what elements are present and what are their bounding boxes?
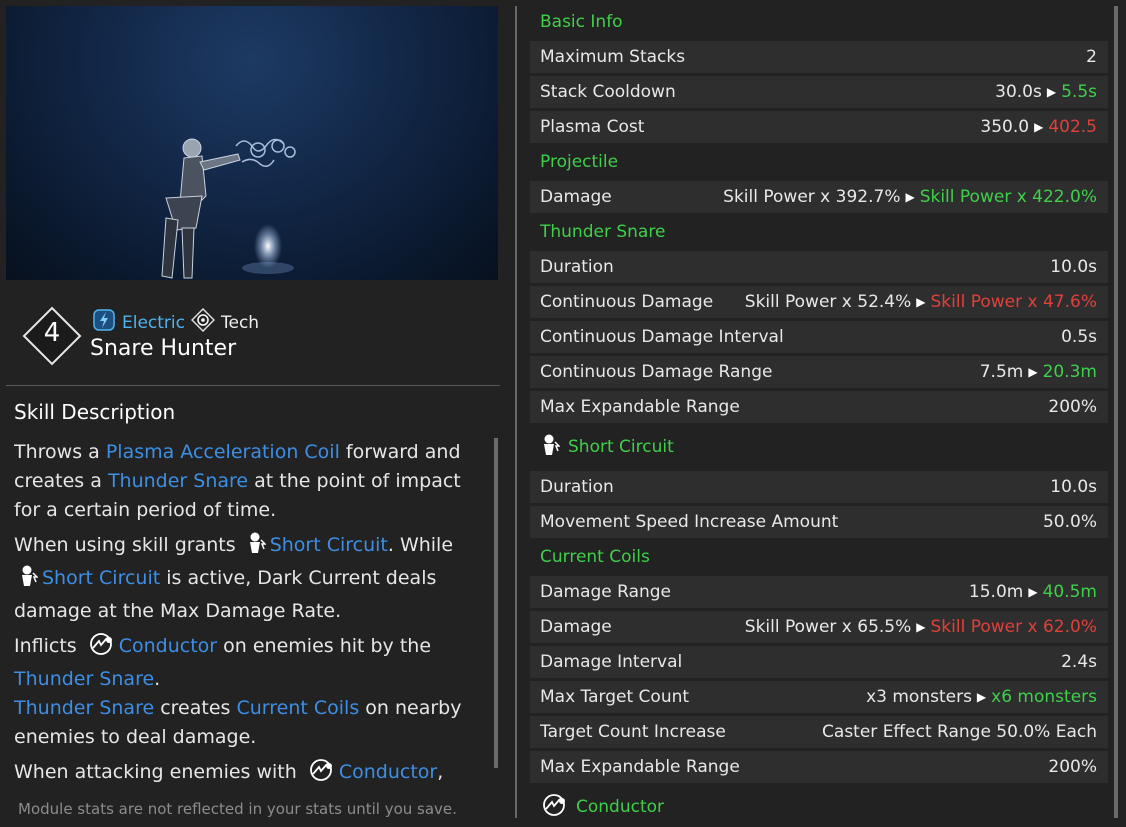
link-short-circuit[interactable]: Short Circuit	[42, 567, 160, 589]
stat-row: Max Expandable Range 200%	[530, 391, 1108, 423]
save-notice: Module stats are not reflected in your s…	[18, 800, 457, 818]
section-thunder-snare: Thunder Snare	[530, 216, 1108, 248]
header-divider	[6, 385, 500, 386]
arrow-icon: ▶	[1028, 365, 1038, 379]
description-paragraph: Inflicts Conductor on enemies hit by the…	[14, 632, 482, 752]
stat-row: Plasma Cost 350.0 ▶ 402.5	[530, 111, 1108, 143]
section-current-coils: Current Coils	[530, 541, 1108, 573]
tag-tech: Tech	[221, 312, 260, 333]
section-projectile: Projectile	[530, 146, 1108, 178]
short-circuit-icon	[18, 564, 39, 597]
lightning-icon	[92, 308, 116, 337]
arrow-icon: ▶	[916, 620, 926, 634]
level-number: 4	[43, 318, 61, 348]
stat-row: Movement Speed Increase Amount 50.0%	[530, 506, 1108, 538]
stat-row: Maximum Stacks 2	[530, 41, 1108, 73]
arrow-icon: ▶	[1046, 85, 1057, 99]
description-paragraph: When using skill grants Short Circuit. W…	[14, 531, 482, 626]
stat-row: Damage Interval 2.4s	[530, 646, 1108, 678]
conductor-icon	[87, 632, 115, 665]
link-plasma-acceleration-coil[interactable]: Plasma Acceleration Coil	[106, 441, 340, 463]
link-thunder-snare[interactable]: Thunder Snare	[14, 697, 154, 719]
conductor-icon	[540, 793, 568, 819]
stat-row: Duration 10.0s	[530, 251, 1108, 283]
link-thunder-snare[interactable]: Thunder Snare	[108, 470, 248, 492]
link-short-circuit[interactable]: Short Circuit	[270, 534, 388, 556]
character-preview-image	[161, 138, 296, 279]
description-paragraph: When attacking enemies with Conductor, d…	[14, 758, 482, 790]
skill-tags: Electric Tech	[92, 307, 260, 337]
description-paragraph: Throws a Plasma Acceleration Coil forwar…	[14, 441, 461, 521]
arrow-icon: ▶	[1028, 585, 1038, 599]
stat-row: Continuous Damage Range 7.5m ▶ 20.3m	[530, 356, 1108, 388]
short-circuit-icon	[540, 433, 561, 462]
stat-row: Damage Range 15.0m ▶ 40.5m	[530, 576, 1108, 608]
description-scrollbar[interactable]	[494, 438, 498, 768]
section-conductor: Conductor	[530, 786, 1108, 818]
stat-row: Damage Skill Power x 65.5% ▶ Skill Power x…	[530, 611, 1108, 643]
tech-icon	[190, 307, 216, 337]
level-badge: 4	[22, 306, 82, 366]
stat-row: Max Expandable Range 200%	[530, 751, 1108, 783]
arrow-icon: ▶	[1034, 120, 1044, 134]
stat-row: Stack Cooldown 30.0s ▶ 5.5s	[530, 76, 1108, 108]
link-thunder-snare[interactable]: Thunder Snare	[14, 668, 154, 690]
conductor-icon	[307, 758, 335, 790]
stat-row: Continuous Damage Interval 0.5s	[530, 321, 1108, 353]
section-short-circuit: Short Circuit	[530, 426, 1108, 468]
description-title: Skill Description	[14, 400, 176, 424]
short-circuit-icon	[246, 531, 267, 564]
skill-description[interactable]: Throws a Plasma Acceleration Coil forwar…	[14, 438, 482, 790]
section-basic-info: Basic Info	[530, 6, 1108, 38]
skill-header: 4 Electric Tech Snare Hunter	[0, 290, 500, 385]
skill-preview-video[interactable]	[6, 6, 498, 280]
tag-electric: Electric	[122, 312, 185, 333]
arrow-icon: ▶	[976, 690, 987, 704]
stat-row: Damage Skill Power x 392.7% ▶ Skill Power …	[530, 181, 1108, 213]
stat-row: Target Count Increase Caster Effect Rang…	[530, 716, 1108, 748]
link-conductor[interactable]: Conductor	[119, 635, 217, 657]
arrow-icon: ▶	[916, 295, 926, 309]
stats-panel[interactable]: Basic Info Maximum Stacks 2 Stack Cooldo…	[530, 6, 1108, 818]
link-conductor[interactable]: Conductor	[339, 761, 437, 783]
stats-scrollbar[interactable]	[1114, 6, 1118, 818]
skill-name: Snare Hunter	[90, 336, 237, 361]
stat-row: Max Target Count x3 monsters ▶ x6 monsters	[530, 681, 1108, 713]
link-current-coils[interactable]: Current Coils	[236, 697, 359, 719]
stat-row: Duration 10.0s	[530, 471, 1108, 503]
panel-divider	[515, 6, 517, 818]
stat-row: Continuous Damage Skill Power x 52.4% ▶ Sk…	[530, 286, 1108, 318]
skill-detail-panel: 4 Electric Tech Snare Hunter Skill Descr	[0, 0, 508, 827]
arrow-icon: ▶	[905, 190, 915, 204]
